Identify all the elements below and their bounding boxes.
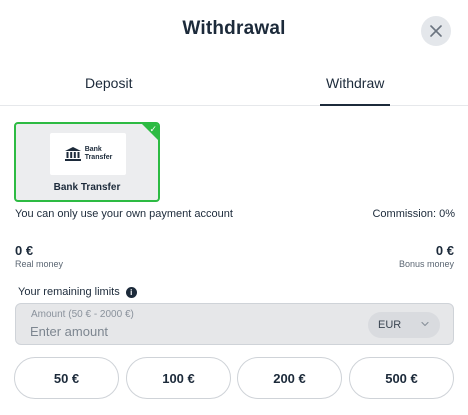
preset-amount-button[interactable]: 100 € — [126, 357, 231, 399]
real-money-label: Real money — [15, 259, 64, 269]
currency-value: EUR — [378, 319, 402, 331]
payment-method-name: Bank Transfer — [53, 182, 121, 193]
commission-text: Commission: 0% — [372, 208, 455, 220]
logo-text-line1: Bank — [84, 146, 102, 153]
tab-deposit[interactable]: Deposit — [85, 75, 132, 91]
tab-bar: Deposit Withdraw — [0, 58, 468, 106]
page-title: Withdrawal — [182, 18, 286, 39]
preset-amount-button[interactable]: 500 € — [349, 357, 454, 399]
info-icon[interactable]: i — [125, 286, 137, 298]
bank-icon — [64, 147, 81, 161]
logo-text: Bank Transfer — [85, 146, 113, 162]
amount-caption: Amount (50 € - 2000 €) — [31, 309, 134, 320]
chevron-down-icon — [421, 321, 429, 327]
bonus-money-amount: 0 € — [435, 243, 454, 258]
close-button[interactable] — [421, 16, 451, 46]
currency-select[interactable]: EUR — [368, 312, 440, 338]
own-account-notice: You can only use your own payment accoun… — [15, 208, 233, 220]
real-money-amount: 0 € — [15, 243, 34, 258]
amount-field: Amount (50 € - 2000 €) EUR — [15, 303, 454, 345]
checkmark-icon: ✓ — [149, 124, 157, 134]
modal-header: Withdrawal — [0, 0, 468, 58]
bonus-money-label: Bonus money — [398, 259, 454, 269]
remaining-limits-label: Your remaining limits — [18, 286, 120, 298]
remaining-limits: Your remaining limits i — [18, 286, 137, 298]
preset-amount-button[interactable]: 200 € — [237, 357, 342, 399]
preset-amount-button[interactable]: 50 € — [14, 357, 119, 399]
payment-method-bank-transfer[interactable]: ✓ Bank Transfer Bank Transfer — [14, 122, 160, 202]
logo-text-line2: Transfer — [84, 154, 113, 161]
close-icon — [430, 25, 442, 37]
active-tab-indicator — [320, 104, 390, 106]
tab-withdraw[interactable]: Withdraw — [326, 75, 384, 91]
bank-transfer-logo: Bank Transfer — [50, 133, 126, 175]
amount-input[interactable] — [30, 322, 350, 340]
